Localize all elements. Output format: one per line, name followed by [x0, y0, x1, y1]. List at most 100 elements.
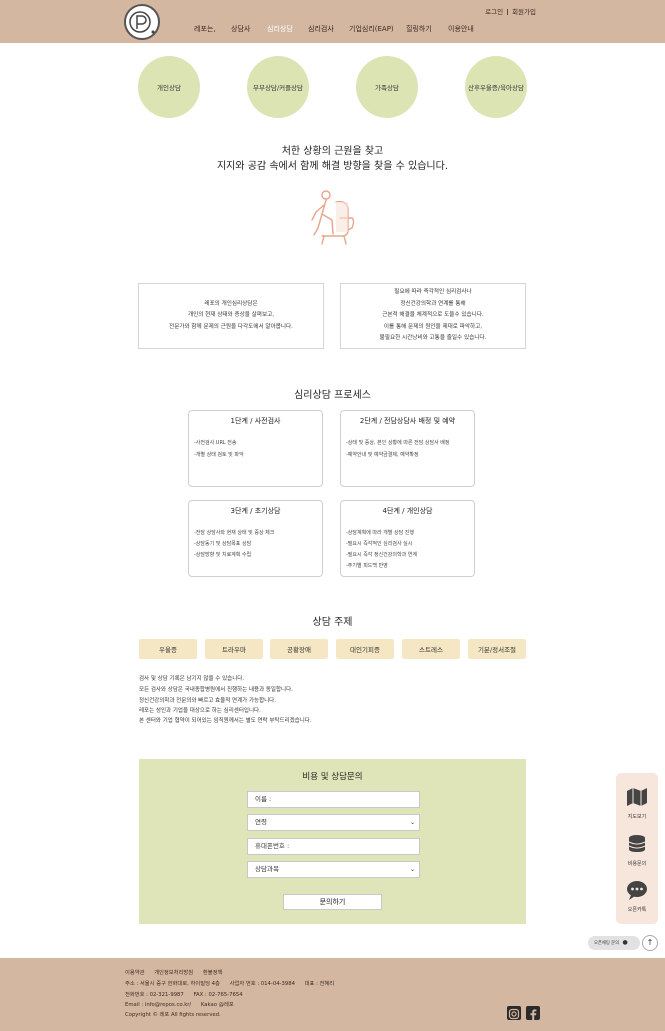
util-links: 로그인 회원가입	[485, 6, 536, 16]
footer-address-row: 주소 : 서울시 중구 한화대로, 하이빌딩 4층 사업자 번호 : 014-0…	[125, 979, 342, 987]
desc-right-line: 정신건강의학과 연계를 통해	[400, 300, 466, 307]
desc-left-line: 개인의 현재 상태와 증상을 살펴보고,	[187, 312, 275, 319]
util-divider	[507, 9, 509, 15]
nav-item-test[interactable]: 심리검사	[308, 24, 334, 34]
submit-button[interactable]: 문의하기	[283, 894, 382, 910]
footer-ceo: 대표 : 전혜리	[304, 981, 335, 987]
refund-link[interactable]: 환불정책	[203, 970, 223, 976]
step-item: -예약안내 및 예약금결제, 예약확정	[346, 452, 419, 458]
topic-panic[interactable]: 공황장애	[270, 639, 328, 659]
nav-item-guide[interactable]: 이용안내	[448, 24, 474, 34]
scroll-top-button[interactable]: ↑	[642, 935, 658, 951]
nav-item-healing[interactable]: 힐링하기	[406, 24, 432, 34]
process-title: 심리상담 프로세스	[294, 390, 371, 401]
chevron-down-icon: ⌄	[409, 866, 415, 873]
topic-trauma[interactable]: 트라우마	[205, 639, 263, 659]
chevron-down-icon: ⌄	[409, 819, 415, 826]
topic-stress[interactable]: 스트레스	[402, 639, 460, 659]
footer: 이용약관 개인정보처리방침 환불정책 주소 : 서울시 중구 한화대로, 하이빌…	[0, 958, 665, 1031]
step-item: -필요시 즉각적인 심리검사 실시	[346, 541, 413, 547]
step-item: -상담계획에 따라 개별 상담 진행	[346, 530, 414, 536]
open-chat-label: 오픈채팅 문의	[594, 941, 620, 946]
footer-email-row: Email : info@repos.co.kr/ Kakao @레포	[125, 1000, 242, 1008]
step-item: -개별 상태 검토 및 파악	[194, 452, 244, 458]
arrow-up-icon: ↑	[646, 938, 654, 947]
desc-right-line: 필요에 따라 즉각적인 심리검사나	[394, 289, 472, 296]
inquiry-title: 비용 및 상담문의	[302, 772, 363, 782]
topic-anthropophobia[interactable]: 대인기피증	[336, 639, 394, 659]
map-label: 지도보기	[627, 814, 647, 820]
service-postpartum[interactable]: 산후우울증/육아상담	[465, 56, 527, 118]
intro-line-1: 처한 상황의 근원을 찾고	[281, 146, 384, 157]
facebook-icon[interactable]	[526, 1006, 540, 1021]
desc-right-line: 불필요한 시간낭비와 고통을 줄일수 있습니다.	[379, 335, 487, 342]
subject-select[interactable]: 상담과목 ⌄	[247, 861, 420, 878]
nav-item-about[interactable]: 레포는,	[194, 24, 216, 34]
desc-left-line: 레포의 개인심리상담은	[204, 300, 258, 307]
step-title: 1단계 / 사전검사	[230, 417, 281, 425]
quick-menu: 지도보기 비용문의 오픈카톡	[616, 773, 658, 924]
footer-contact-row: 전화번호 : 02-321-9987 FAX : 02-765-7654	[125, 990, 251, 998]
footer-tel: 전화번호 : 02-321-9987	[125, 992, 184, 998]
step-title: 2단계 / 전담상담사 배정 및 예약	[359, 417, 456, 425]
login-link[interactable]: 로그인	[485, 8, 503, 16]
topic-mood[interactable]: 기분/정서조절	[468, 639, 526, 659]
service-family[interactable]: 가족상담	[356, 56, 418, 118]
phone-input[interactable]: 휴대폰번호 :	[247, 838, 420, 855]
note-line: 모든 검사와 상담은 국내종합병원에서 진행하는 내용과 동일합니다.	[139, 687, 293, 693]
join-link[interactable]: 회원가입	[512, 8, 536, 16]
desc-box-right: 필요에 따라 즉각적인 심리검사나 정신건강의학과 연계를 통해 근본적 해결을…	[340, 283, 526, 349]
step-item: -상태 및 증상, 본인 상황에 따른 전담 상담사 배정	[346, 440, 450, 446]
privacy-link[interactable]: 개인정보처리방침	[154, 970, 193, 976]
process-step-2: 2단계 / 전담상담사 배정 및 예약 -상태 및 증상, 본인 상황에 따른 …	[340, 410, 475, 487]
process-step-1: 1단계 / 사전검사 -사전검사 URL 전송 -개별 상태 검토 및 파악	[188, 410, 323, 487]
desc-right-line: 이를 통해 문제의 원인을 제대로 파악하고,	[383, 323, 483, 330]
step-item: -주기별 피드백 반영	[346, 563, 388, 569]
intro-line-2: 지지와 공감 속에서 함께 해결 방향을 찾을 수 있습니다.	[216, 161, 448, 172]
person-on-chair-icon	[300, 188, 362, 250]
kakao-button[interactable]: 오픈카톡	[616, 880, 658, 913]
header: 로그인 회원가입 레포는, 상담사 심리상담 심리검사 기업심리(EAP) 힐링하…	[0, 0, 665, 43]
name-input[interactable]: 이름 :	[247, 791, 420, 808]
footer-links: 이용약관 개인정보처리방침 환불정책	[125, 968, 230, 976]
map-button[interactable]: 지도보기	[616, 787, 658, 820]
footer-email: Email : info@repos.co.kr/	[125, 1002, 192, 1008]
nav-item-counseling[interactable]: 심리상담	[267, 24, 293, 34]
step-item: -사전검사 URL 전송	[194, 440, 237, 446]
instagram-icon[interactable]	[507, 1006, 521, 1020]
step-item: -전담 상담사와 현재 상태 및 증상 체크	[194, 530, 275, 536]
open-chat-button[interactable]: 오픈채팅 문의 ●	[588, 936, 640, 950]
footer-address: 주소 : 서울시 중구 한화대로, 하이빌딩 4층	[125, 981, 220, 987]
nav-item-eap[interactable]: 기업심리(EAP)	[349, 24, 394, 34]
desc-box-left: 레포의 개인심리상담은 개인의 현재 상태와 증상을 살펴보고, 전문가와 함께…	[138, 283, 324, 349]
logo[interactable]	[124, 4, 160, 40]
note-line: 본 센터와 기업 협약이 되어있는 임직원께서는 별도 연락 부탁드리겠습니다.	[139, 718, 312, 724]
coins-icon	[628, 835, 646, 852]
service-couple[interactable]: 부부상담/커플상담	[247, 56, 309, 118]
step-item: -상담방향 및 치료계획 수립	[194, 552, 252, 558]
topics-title: 상담 주제	[312, 617, 353, 628]
inquiry-form: 비용 및 상담문의 이름 : 연령 ⌄ 휴대폰번호 : 상담과목 ⌄ 문의하기	[139, 759, 526, 924]
note-line: 레포는 성인과 기업을 대상으로 하는 심리센터입니다.	[139, 708, 261, 714]
process-step-4: 4단계 / 개인상담 -상담계획에 따라 개별 상담 진행 -필요시 즉각적인 …	[340, 500, 475, 577]
age-select[interactable]: 연령 ⌄	[247, 814, 420, 831]
step-item: -상담동기 및 상담목표 상담	[194, 541, 252, 547]
age-select-value: 연령	[255, 818, 267, 826]
topic-depression[interactable]: 우울증	[139, 639, 197, 659]
service-individual[interactable]: 개인상담	[138, 56, 200, 118]
note-line: 정신건강의학과 전문의와 빠르고 효율적 연계가 가능합니다.	[139, 698, 276, 704]
headset-icon: ●	[622, 939, 628, 946]
subject-select-value: 상담과목	[255, 865, 279, 873]
cost-label: 비용문의	[627, 861, 647, 867]
step-title: 4단계 / 개인상담	[382, 507, 433, 515]
desc-right-line: 근본적 해결을 체계적으로 도울수 있습니다.	[382, 312, 484, 319]
kakao-label: 오픈카톡	[627, 907, 647, 913]
step-item: -필요시 즉각 정신건강의학과 연계	[346, 552, 417, 558]
process-step-3: 3단계 / 초기상담 -전담 상담사와 현재 상태 및 증상 체크 -상담동기 …	[188, 500, 323, 577]
logo-mark-icon	[129, 11, 155, 34]
terms-link[interactable]: 이용약관	[125, 970, 145, 976]
nav-item-counselor[interactable]: 상담사	[231, 24, 250, 34]
note-line: 검사 및 상담 기록은 남기지 않을 수 있습니다.	[139, 676, 245, 682]
cost-button[interactable]: 비용문의	[616, 834, 658, 867]
footer-kakao: Kakao @레포	[200, 1002, 234, 1008]
